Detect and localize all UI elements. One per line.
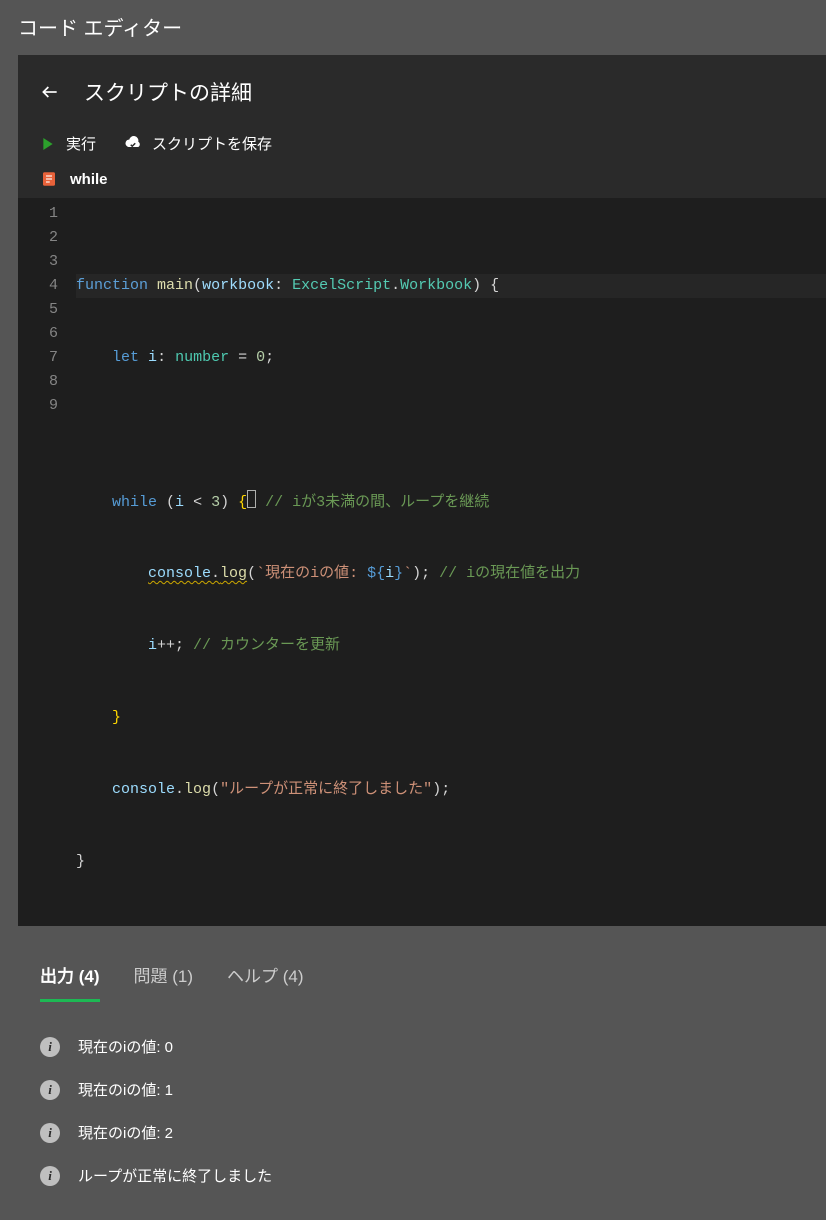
run-label: 実行 [66,133,96,154]
info-icon: i [40,1123,60,1143]
output-row: i ループが正常に終了しました [40,1165,804,1186]
current-line-highlight [76,274,826,298]
output-row: i 現在のiの値: 2 [40,1122,804,1143]
output-row: i 現在のiの値: 0 [40,1036,804,1057]
run-button[interactable]: 実行 [40,133,96,154]
output-row: i 現在のiの値: 1 [40,1079,804,1100]
file-row: while [18,164,826,198]
panel-tabs: 出力 (4) 問題 (1) ヘルプ (4) [18,926,826,1002]
script-title: スクリプトの詳細 [84,77,252,107]
editor-pane: スクリプトの詳細 実行 スクリプトを保存 while 123456789 [18,55,826,759]
header: スクリプトの詳細 [18,55,826,115]
toolbar: 実行 スクリプトを保存 [18,115,826,164]
cloud-save-icon [124,135,142,153]
output-text: 現在のiの値: 0 [78,1036,173,1057]
back-arrow-icon[interactable] [40,82,60,102]
save-button[interactable]: スクリプトを保存 [124,133,272,154]
tab-output[interactable]: 出力 (4) [40,962,100,1002]
output-list: i 現在のiの値: 0 i 現在のiの値: 1 i 現在のiの値: 2 i ルー… [18,1002,826,1220]
output-text: 現在のiの値: 2 [78,1122,173,1143]
tab-help[interactable]: ヘルプ (4) [227,962,304,1002]
file-name: while [70,171,108,188]
info-icon: i [40,1080,60,1100]
info-icon: i [40,1166,60,1186]
code-editor[interactable]: 123456789 function main(workbook: ExcelS… [18,198,826,926]
output-text: ループが正常に終了しました [78,1165,272,1186]
play-icon [40,136,56,152]
info-icon: i [40,1037,60,1057]
tab-problems[interactable]: 問題 (1) [134,962,194,1002]
save-label: スクリプトを保存 [152,133,272,154]
code-content[interactable]: function main(workbook: ExcelScript.Work… [76,198,826,926]
output-text: 現在のiの値: 1 [78,1079,173,1100]
app-title: コード エディター [0,0,826,53]
line-gutter: 123456789 [18,198,76,926]
script-file-icon [40,170,58,188]
text-cursor [247,490,256,508]
